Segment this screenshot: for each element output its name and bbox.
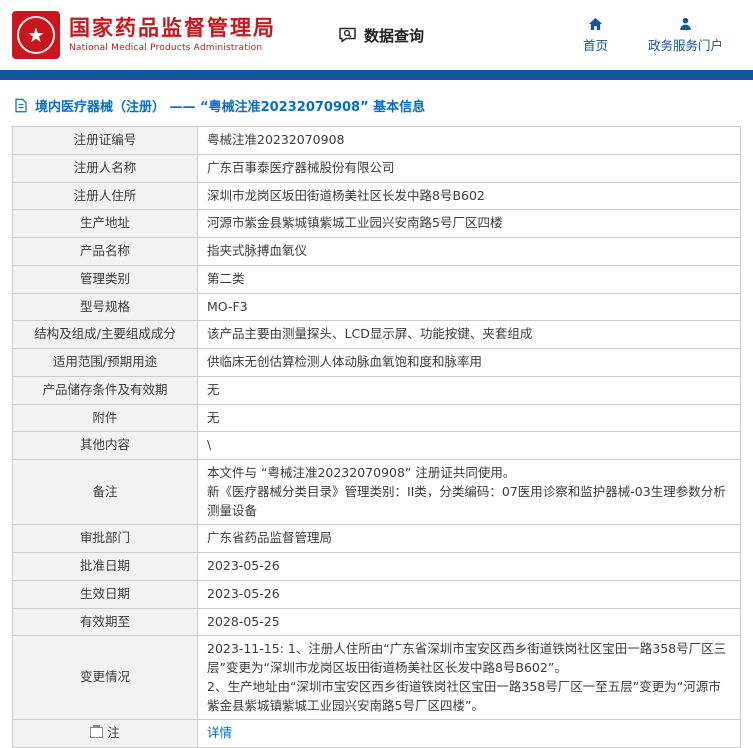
row-label: 产品储存条件及有效期	[13, 376, 198, 404]
row-label: 备注	[13, 460, 198, 525]
row-value: 深圳市龙岗区坂田街道杨美社区长发中路8号B602	[198, 182, 741, 210]
main-content: 境内医疗器械（注册） —— “粤械注准20232070908” 基本信息 注册证…	[0, 80, 753, 748]
table-row: 有效期至2028-05-25	[13, 608, 741, 636]
brand-text: 国家药品监督管理局 National Medical Products Admi…	[69, 17, 276, 53]
row-label: 生产地址	[13, 210, 198, 238]
row-value: 该产品主要由测量探头、LCD显示屏、功能按键、夹套组成	[198, 321, 741, 349]
registration-info-table: 注册证编号粤械注准20232070908注册人名称广东百事泰医疗器械股份有限公司…	[12, 126, 741, 748]
speech-bubble-search-icon	[338, 26, 357, 44]
row-label: 审批部门	[13, 525, 198, 553]
site-header: ★ 国家药品监督管理局 National Medical Products Ad…	[0, 0, 753, 70]
table-row: 注册证编号粤械注准20232070908	[13, 127, 741, 155]
table-row: 其他内容\	[13, 432, 741, 460]
row-value: \	[198, 432, 741, 460]
row-label: 变更情况	[13, 636, 198, 720]
row-value: MO-F3	[198, 293, 741, 321]
brand: ★ 国家药品监督管理局 National Medical Products Ad…	[12, 11, 276, 59]
row-value: 无	[198, 376, 741, 404]
table-row: 型号规格MO-F3	[13, 293, 741, 321]
row-value: 指夹式脉搏血氧仪	[198, 238, 741, 266]
nmpa-emblem-logo: ★	[12, 11, 60, 59]
row-label: 产品名称	[13, 238, 198, 266]
row-label: 管理类别	[13, 265, 198, 293]
home-link[interactable]: 首页	[583, 16, 608, 54]
row-label: 生效日期	[13, 580, 198, 608]
row-label: 批准日期	[13, 553, 198, 581]
person-icon	[677, 16, 694, 32]
org-name-en: National Medical Products Administration	[69, 43, 276, 53]
table-row: 注详情	[13, 720, 741, 748]
table-row: 变更情况2023-11-15: 1、注册人住所由“广东省深圳市宝安区西乡街道铁岗…	[13, 636, 741, 720]
row-label: 附件	[13, 404, 198, 432]
page-title: 境内医疗器械（注册） —— “粤械注准20232070908” 基本信息	[35, 96, 425, 115]
row-value: 广东百事泰医疗器械股份有限公司	[198, 154, 741, 182]
row-label: 结构及组成/主要组成成分	[13, 321, 198, 349]
row-value: 本文件与 “粤械注准20232070908” 注册证共同使用。 新《医疗器械分类…	[198, 460, 741, 525]
table-row: 管理类别第二类	[13, 265, 741, 293]
row-label: 其他内容	[13, 432, 198, 460]
row-value: 粤械注准20232070908	[198, 127, 741, 155]
table-row: 注册人名称广东百事泰医疗器械股份有限公司	[13, 154, 741, 182]
top-links: 首页 政务服务门户	[583, 16, 737, 54]
row-value: 详情	[198, 720, 741, 748]
note-icon	[90, 727, 103, 738]
portal-link[interactable]: 政务服务门户	[648, 16, 723, 54]
row-label: 适用范围/预期用途	[13, 349, 198, 377]
home-icon	[587, 16, 604, 32]
table-row: 结构及组成/主要组成成分该产品主要由测量探头、LCD显示屏、功能按键、夹套组成	[13, 321, 741, 349]
table-row: 生产地址河源市紫金县紫城镇紫城工业园兴安南路5号厂区四楼	[13, 210, 741, 238]
detail-link[interactable]: 详情	[207, 725, 232, 740]
document-icon	[14, 98, 28, 113]
row-value: 2028-05-25	[198, 608, 741, 636]
table-row: 生效日期2023-05-26	[13, 580, 741, 608]
org-name: 国家药品监督管理局	[69, 17, 276, 40]
table-row: 注册人住所深圳市龙岗区坂田街道杨美社区长发中路8号B602	[13, 182, 741, 210]
row-value: 广东省药品监督管理局	[198, 525, 741, 553]
breadcrumb: 境内医疗器械（注册） —— “粤械注准20232070908” 基本信息	[14, 96, 741, 115]
row-label: 注册证编号	[13, 127, 198, 155]
table-row: 审批部门广东省药品监督管理局	[13, 525, 741, 553]
data-query-nav[interactable]: 数据查询	[338, 25, 424, 46]
row-value: 2023-11-15: 1、注册人住所由“广东省深圳市宝安区西乡街道铁岗社区宝田…	[198, 636, 741, 720]
row-label: 注	[13, 720, 198, 748]
table-row: 批准日期2023-05-26	[13, 553, 741, 581]
portal-label: 政务服务门户	[648, 35, 723, 54]
data-query-label: 数据查询	[364, 25, 424, 46]
row-label: 有效期至	[13, 608, 198, 636]
table-row: 适用范围/预期用途供临床无创估算检测人体动脉血氧饱和度和脉率用	[13, 349, 741, 377]
row-value: 河源市紫金县紫城镇紫城工业园兴安南路5号厂区四楼	[198, 210, 741, 238]
row-value: 第二类	[198, 265, 741, 293]
table-row: 附件无	[13, 404, 741, 432]
row-value: 供临床无创估算检测人体动脉血氧饱和度和脉率用	[198, 349, 741, 377]
row-label: 型号规格	[13, 293, 198, 321]
header-divider-bar	[0, 70, 753, 80]
row-value: 2023-05-26	[198, 580, 741, 608]
table-row: 备注本文件与 “粤械注准20232070908” 注册证共同使用。 新《医疗器械…	[13, 460, 741, 525]
home-label: 首页	[583, 35, 608, 54]
row-value: 2023-05-26	[198, 553, 741, 581]
row-label: 注册人名称	[13, 154, 198, 182]
row-label: 注册人住所	[13, 182, 198, 210]
table-row: 产品名称指夹式脉搏血氧仪	[13, 238, 741, 266]
row-value: 无	[198, 404, 741, 432]
table-row: 产品储存条件及有效期无	[13, 376, 741, 404]
